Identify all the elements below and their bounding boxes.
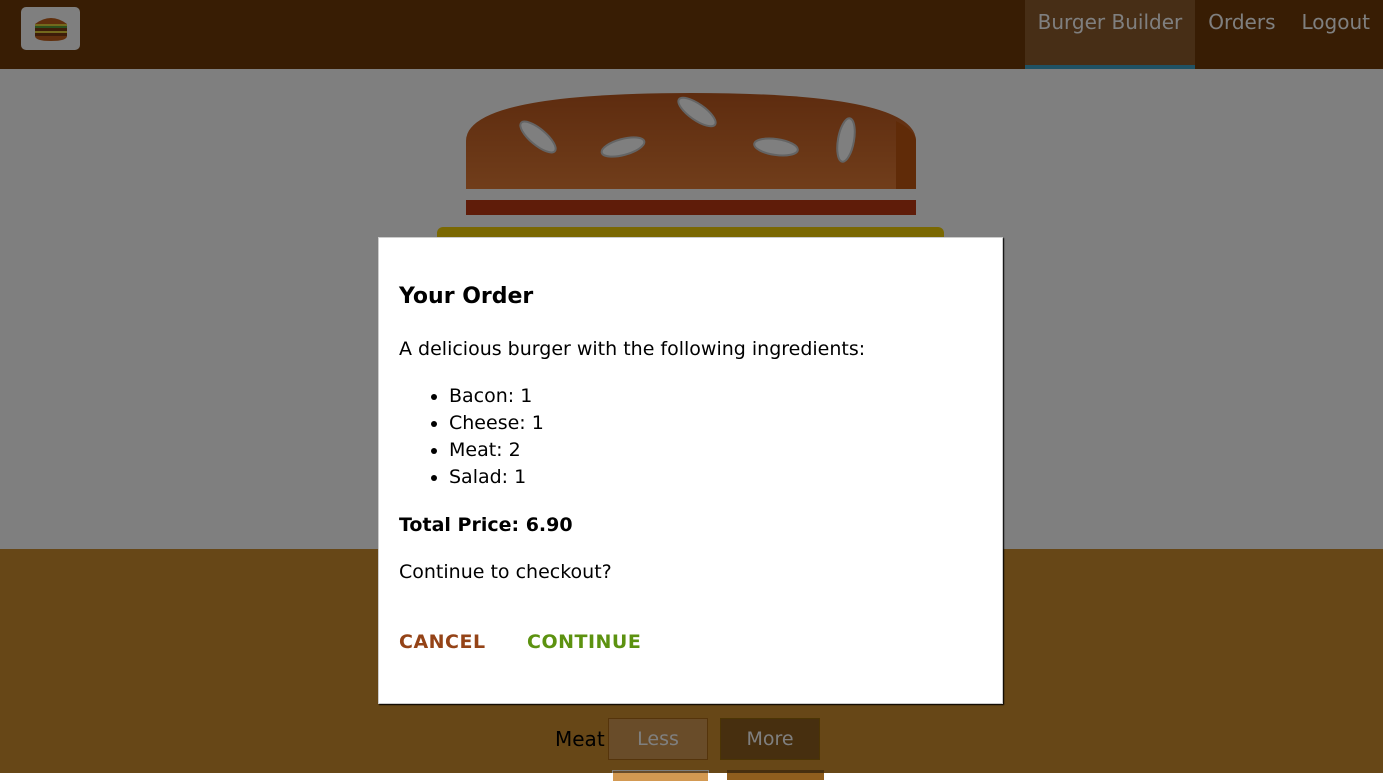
total-price: Total Price: 6.90 [399, 514, 573, 536]
order-summary-modal: Your Order A delicious burger with the f… [378, 237, 1003, 704]
continue-button[interactable]: CONTINUE [527, 631, 641, 653]
ingredient-list: Bacon: 1 Cheese: 1 Meat: 2 Salad: 1 [399, 383, 544, 491]
list-item: Salad: 1 [449, 464, 544, 491]
list-item: Bacon: 1 [449, 383, 544, 410]
cancel-button[interactable]: CANCEL [399, 631, 486, 653]
list-item: Cheese: 1 [449, 410, 544, 437]
checkout-question: Continue to checkout? [399, 561, 612, 583]
list-item: Meat: 2 [449, 437, 544, 464]
order-title: Your Order [399, 284, 534, 309]
order-intro: A delicious burger with the following in… [399, 338, 866, 360]
